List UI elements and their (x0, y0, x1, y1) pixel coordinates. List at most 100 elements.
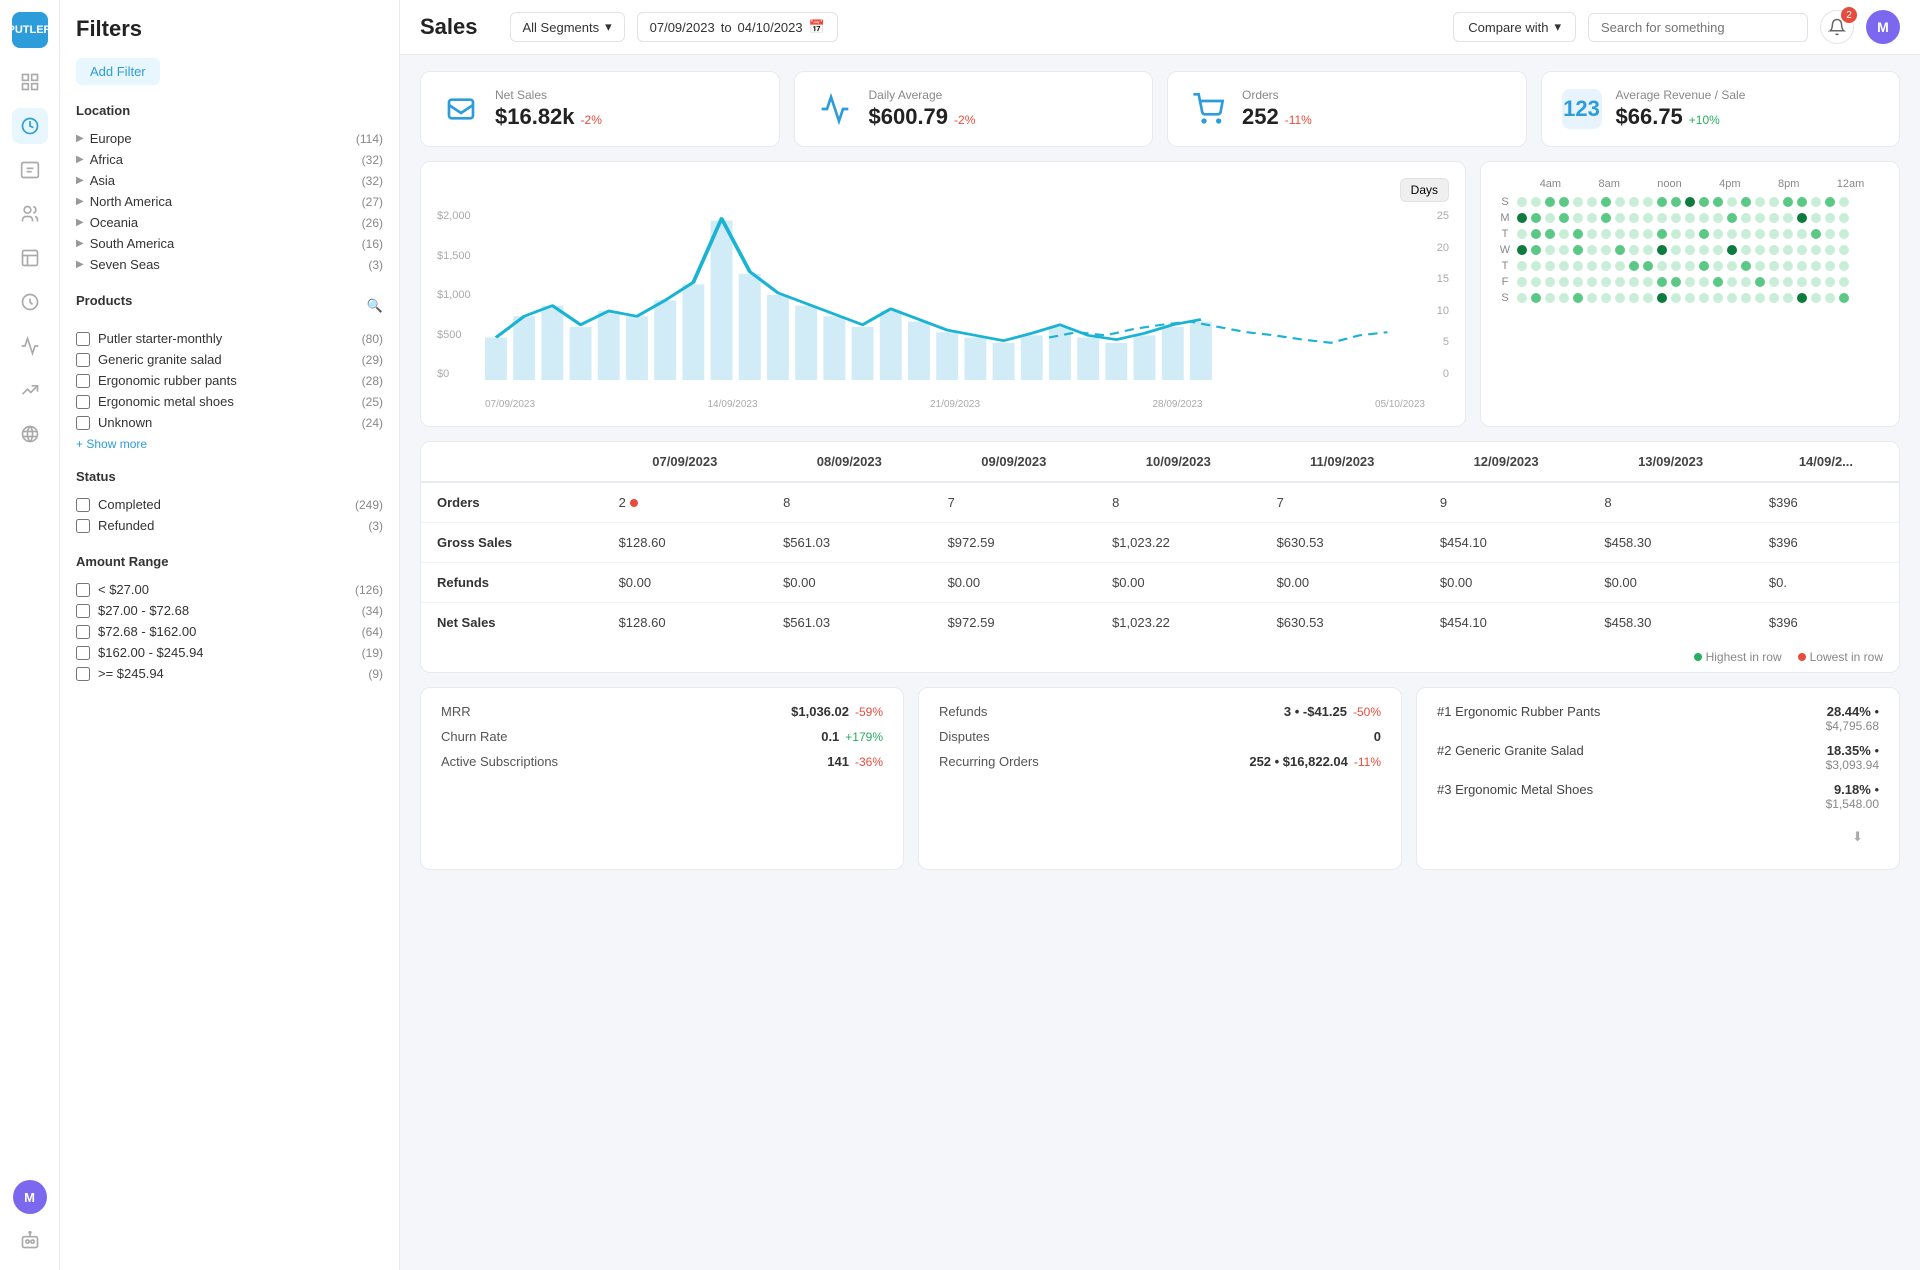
status-completed-checkbox[interactable] (76, 498, 90, 512)
location-asia[interactable]: ▶Asia (32) (76, 170, 383, 191)
status-label: Status (76, 469, 383, 484)
amount-lt27-checkbox[interactable] (76, 583, 90, 597)
amount-27-72-checkbox[interactable] (76, 604, 90, 618)
table-header-0809: 08/09/2023 (767, 442, 932, 482)
filters-title: Filters (76, 16, 383, 42)
main-content: Sales All Segments ▾ 07/09/2023 to 04/10… (400, 0, 1920, 1270)
amount-162-245-checkbox[interactable] (76, 646, 90, 660)
search-input[interactable] (1588, 13, 1808, 42)
product-rank-3: #3 Ergonomic Metal Shoes 9.18% • $1,548.… (1437, 782, 1879, 811)
metric-net-sales: Net Sales $16.82k -2% (420, 71, 780, 147)
sidebar-item-sales[interactable] (12, 108, 48, 144)
show-more-products[interactable]: + Show more (76, 437, 147, 451)
avg-revenue-label: Average Revenue / Sale (1616, 88, 1880, 102)
daily-avg-change: -2% (954, 113, 975, 127)
sidebar-item-orders[interactable] (12, 152, 48, 188)
product-salad[interactable]: Generic granite salad (29) (76, 349, 383, 370)
sidebar: PUTLER M (0, 0, 60, 1270)
orders-badge (630, 499, 638, 507)
product-unknown[interactable]: Unknown (24) (76, 412, 383, 433)
download-area: ⬇ (1437, 821, 1879, 853)
status-completed[interactable]: Completed (249) (76, 494, 383, 515)
location-seven-seas[interactable]: ▶Seven Seas (3) (76, 254, 383, 275)
products-search-icon[interactable]: 🔍 (367, 298, 383, 314)
sidebar-item-analytics[interactable] (12, 328, 48, 364)
product-rank-2: #2 Generic Granite Salad 18.35% • $3,093… (1437, 743, 1879, 772)
amount-162-245[interactable]: $162.00 - $245.94 (19) (76, 642, 383, 663)
location-europe[interactable]: ▶Europe (114) (76, 128, 383, 149)
net-sales-change: -2% (581, 113, 602, 127)
product-shoes[interactable]: Ergonomic metal shoes (25) (76, 391, 383, 412)
avg-revenue-icon: 123 (1562, 89, 1602, 129)
orders-icon (1188, 89, 1228, 129)
status-refunded-checkbox[interactable] (76, 519, 90, 533)
location-south-america[interactable]: ▶South America (16) (76, 233, 383, 254)
x-axis-labels: 07/09/2023 14/09/2023 21/09/2023 28/09/2… (485, 399, 1425, 410)
net-sales-icon (441, 89, 481, 129)
days-button[interactable]: Days (1400, 178, 1449, 202)
heatmap-times: 4am 8am noon 4pm 8pm 12am (1497, 178, 1883, 190)
app-logo: PUTLER (12, 12, 48, 48)
amount-lt27[interactable]: < $27.00 (126) (76, 579, 383, 600)
orders-change: -11% (1285, 113, 1312, 127)
location-north-america[interactable]: ▶North America (27) (76, 191, 383, 212)
sidebar-item-robot[interactable] (12, 1222, 48, 1258)
sidebar-item-customers[interactable] (12, 196, 48, 232)
table-row-orders: Orders 2 8 7 8 7 9 8 $396 (421, 482, 1899, 523)
product-putler[interactable]: Putler starter-monthly (80) (76, 328, 383, 349)
product-shoes-checkbox[interactable] (76, 395, 90, 409)
product-unknown-checkbox[interactable] (76, 416, 90, 430)
top-bar: Sales All Segments ▾ 07/09/2023 to 04/10… (400, 0, 1920, 55)
download-button[interactable]: ⬇ (1852, 829, 1863, 845)
table-header-0909: 09/09/2023 (932, 442, 1097, 482)
compare-button[interactable]: Compare with ▾ (1453, 12, 1576, 42)
product-putler-checkbox[interactable] (76, 332, 90, 346)
filters-panel: Filters Add Filter Location ▶Europe (114… (60, 0, 400, 1270)
products-label: Products (76, 293, 132, 308)
products-filter: Products 🔍 Putler starter-monthly (80) G… (76, 293, 383, 451)
notification-button[interactable]: 2 (1820, 10, 1854, 44)
chart-svg (485, 210, 1425, 380)
amount-gte245[interactable]: >= $245.94 (9) (76, 663, 383, 684)
sidebar-item-dashboard[interactable] (12, 64, 48, 100)
add-filter-button[interactable]: Add Filter (76, 58, 160, 85)
product-pants[interactable]: Ergonomic rubber pants (28) (76, 370, 383, 391)
table-row-net-sales: Net Sales $128.60 $561.03 $972.59 $1,023… (421, 603, 1899, 643)
location-filter: Location ▶Europe (114) ▶Africa (32) ▶Asi… (76, 103, 383, 275)
orders-value: 252 (1242, 104, 1279, 129)
table-legend: Highest in row Lowest in row (421, 642, 1899, 672)
y-axis-labels: $2,000 $1,500 $1,000 $500 $0 (437, 210, 485, 380)
sidebar-item-avatar[interactable]: M (13, 1180, 47, 1214)
amount-72-162[interactable]: $72.68 - $162.00 (64) (76, 621, 383, 642)
heatmap-grid: S M T W (1497, 196, 1883, 304)
product-pants-checkbox[interactable] (76, 374, 90, 388)
avg-revenue-change: +10% (1689, 113, 1720, 127)
line-chart: $2,000 $1,500 $1,000 $500 $0 25 20 15 10… (437, 210, 1449, 410)
date-range[interactable]: 07/09/2023 to 04/10/2023 📅 (637, 12, 838, 42)
heatmap-row-s2: S (1497, 292, 1883, 304)
data-table-card: 07/09/2023 08/09/2023 09/09/2023 10/09/2… (420, 441, 1900, 673)
amount-72-162-checkbox[interactable] (76, 625, 90, 639)
status-refunded[interactable]: Refunded (3) (76, 515, 383, 536)
amount-27-72[interactable]: $27.00 - $72.68 (34) (76, 600, 383, 621)
orders-row-label: Orders (421, 482, 603, 523)
net-sales-label: Net Sales (495, 88, 759, 102)
product-rank-1: #1 Ergonomic Rubber Pants 28.44% • $4,79… (1437, 704, 1879, 733)
net-sales-value: $16.82k (495, 104, 575, 129)
sidebar-item-location[interactable] (12, 416, 48, 452)
table-header-1309: 13/09/2023 (1588, 442, 1753, 482)
segment-select[interactable]: All Segments ▾ (510, 12, 625, 42)
location-oceania[interactable]: ▶Oceania (26) (76, 212, 383, 233)
table-header-1409: 14/09/2... (1753, 442, 1899, 482)
amount-range-label: Amount Range (76, 554, 383, 569)
sidebar-item-revenue[interactable] (12, 284, 48, 320)
gross-sales-row-label: Gross Sales (421, 523, 603, 563)
location-africa[interactable]: ▶Africa (32) (76, 149, 383, 170)
user-avatar[interactable]: M (1866, 10, 1900, 44)
product-salad-checkbox[interactable] (76, 353, 90, 367)
table-header-1009: 10/09/2023 (1096, 442, 1261, 482)
amount-gte245-checkbox[interactable] (76, 667, 90, 681)
churn-item: Churn Rate 0.1+179% (441, 729, 883, 744)
sidebar-item-forecast[interactable] (12, 372, 48, 408)
sidebar-item-reports[interactable] (12, 240, 48, 276)
